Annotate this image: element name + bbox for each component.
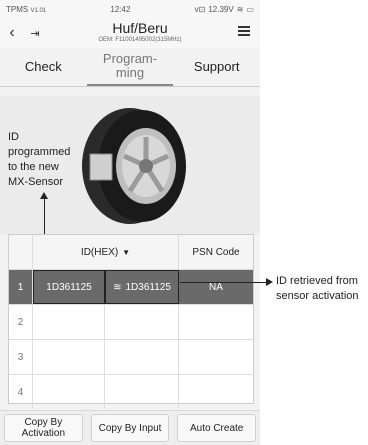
tab-support[interactable]: Support xyxy=(173,48,260,86)
report-icon[interactable] xyxy=(238,26,250,36)
programmed-id-cell[interactable] xyxy=(33,305,105,339)
activated-id-cell[interactable]: ≋ 1D361125 xyxy=(105,270,179,304)
sensor-id-table: ID(HEX) ▼ PSN Code 1 1D361125 ≋ 1D361125… xyxy=(8,234,254,409)
psn-cell: NA xyxy=(209,281,223,293)
page-subtitle: OEM: F11001495002(315MHz) xyxy=(98,37,182,43)
psn-cell xyxy=(179,340,253,374)
page-title: Huf/Beru xyxy=(112,20,168,36)
activated-id-cell[interactable] xyxy=(105,340,179,374)
programmed-id-cell[interactable] xyxy=(33,375,105,409)
retrieved-id-annotation: ID retrieved from sensor activation xyxy=(276,275,359,302)
col-header-num xyxy=(9,235,33,269)
row-number: 1 xyxy=(9,270,33,304)
callout-line xyxy=(180,282,268,283)
copy-by-activation-button[interactable]: Copy By Activation xyxy=(4,414,83,442)
table-row[interactable]: 3 xyxy=(9,340,253,375)
col-header-id[interactable]: ID(HEX) ▼ xyxy=(33,235,179,269)
row-number: 4 xyxy=(9,375,33,409)
table-row[interactable]: 1 1D361125 ≋ 1D361125 NA xyxy=(9,270,253,305)
callout-arrow-icon xyxy=(266,278,273,286)
table-row[interactable]: 4 xyxy=(9,375,253,409)
wifi-icon: ≋ xyxy=(236,4,244,14)
activated-id-cell[interactable] xyxy=(105,305,179,339)
row-number: 2 xyxy=(9,305,33,339)
programmed-id-annotation: ID programmed to the new MX-Sensor xyxy=(8,131,71,188)
tab-check[interactable]: Check xyxy=(0,48,87,86)
auto-create-button[interactable]: Auto Create xyxy=(177,414,257,442)
status-icons: v⊡ 12.39V ≋ ▭ xyxy=(195,5,254,14)
sort-down-icon: ▼ xyxy=(122,247,131,257)
programmed-id-cell[interactable] xyxy=(33,340,105,374)
status-bar: TPMS V1.01 12:42 v⊡ 12.39V ≋ ▭ xyxy=(0,0,260,18)
tire-icon xyxy=(82,108,186,224)
header-title-block: Huf/Beru OEM: F11001495002(315MHz) xyxy=(60,20,220,43)
col-header-psn: PSN Code xyxy=(192,246,240,258)
table-header: ID(HEX) ▼ PSN Code xyxy=(9,235,253,270)
row-number: 3 xyxy=(9,340,33,374)
battery-voltage: 12.39V xyxy=(208,4,234,14)
clock: 12:42 xyxy=(110,4,131,14)
back-arrow-icon[interactable]: ‹ xyxy=(0,24,24,42)
wireless-icon: ≋ xyxy=(113,281,122,293)
app-version: TPMS V1.01 xyxy=(6,4,47,14)
tab-bar: Check Program- ming Support xyxy=(0,48,260,87)
activated-id-cell[interactable] xyxy=(105,375,179,409)
table-row[interactable]: 2 xyxy=(9,305,253,340)
action-bar: Copy By Activation Copy By Input Auto Cr… xyxy=(0,410,260,445)
copy-by-input-button[interactable]: Copy By Input xyxy=(90,414,170,442)
title-bar: ‹ ⇥ Huf/Beru OEM: F11001495002(315MHz) xyxy=(0,18,260,48)
vci-icon: v⊡ xyxy=(194,4,206,14)
tab-programming[interactable]: Program- ming xyxy=(86,48,174,86)
psn-cell xyxy=(179,305,253,339)
programmed-id-cell[interactable]: 1D361125 xyxy=(33,270,105,304)
exit-icon[interactable]: ⇥ xyxy=(24,27,46,40)
battery-icon: ▭ xyxy=(246,4,254,14)
phone-screen: TPMS V1.01 12:42 v⊡ 12.39V ≋ ▭ ‹ ⇥ Huf/B… xyxy=(0,0,260,445)
psn-cell xyxy=(179,375,253,409)
